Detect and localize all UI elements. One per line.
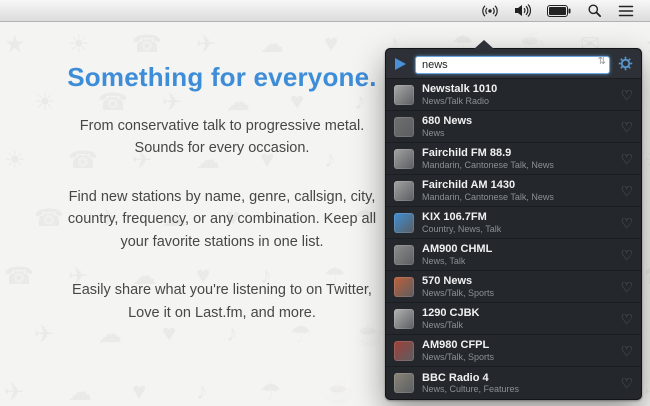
heart-icon[interactable]: ♡ <box>620 312 633 326</box>
heart-icon[interactable]: ♡ <box>620 152 633 166</box>
station-genres: News/Talk, Sports <box>422 288 614 298</box>
list-icon[interactable] <box>618 4 634 18</box>
station-name: 570 News <box>422 275 614 288</box>
station-art-icon <box>394 309 414 329</box>
station-art-icon <box>394 181 414 201</box>
menu-bar <box>0 0 650 22</box>
station-genres: News/Talk <box>422 320 614 330</box>
station-row[interactable]: BBC Radio 4 News, Culture, Features ♡ <box>386 367 641 399</box>
station-genres: Mandarin, Cantonese Talk, News <box>422 160 614 170</box>
station-row[interactable]: AM980 CFPL News/Talk, Sports ♡ <box>386 335 641 367</box>
station-name: AM980 CFPL <box>422 339 614 352</box>
heart-icon[interactable]: ♡ <box>620 88 633 102</box>
play-icon[interactable] <box>394 57 407 71</box>
search-input[interactable] <box>415 56 610 74</box>
stations-popover: ⇅ Newstalk 1010 <box>385 48 642 400</box>
station-art-icon <box>394 117 414 137</box>
station-row[interactable]: 570 News News/Talk, Sports ♡ <box>386 271 641 303</box>
station-art-icon <box>394 85 414 105</box>
heart-icon[interactable]: ♡ <box>620 216 633 230</box>
station-row[interactable]: 680 News News ♡ <box>386 111 641 143</box>
popover-toolbar: ⇅ <box>386 49 641 79</box>
search-sort-icon[interactable]: ⇅ <box>598 56 606 67</box>
hero-copy: Something for everyone. From conservativ… <box>24 62 420 350</box>
station-genres: News/Talk, Sports <box>422 352 614 362</box>
station-genres: News <box>422 128 614 138</box>
station-name: BBC Radio 4 <box>422 372 614 385</box>
battery-icon[interactable] <box>547 5 571 17</box>
station-list: Newstalk 1010 News/Talk Radio ♡ 680 News… <box>386 79 641 399</box>
hero-paragraph-2: Find new stations by name, genre, callsi… <box>24 186 420 253</box>
station-genres: Mandarin, Cantonese Talk, News <box>422 192 614 202</box>
hero-paragraph-3: Easily share what you're listening to on… <box>24 279 420 324</box>
station-row[interactable]: KIX 106.7FM Country, News, Talk ♡ <box>386 207 641 239</box>
station-name: KIX 106.7FM <box>422 211 614 224</box>
volume-icon[interactable] <box>514 3 531 18</box>
station-art-icon <box>394 277 414 297</box>
station-name: 680 News <box>422 115 614 128</box>
heart-icon[interactable]: ♡ <box>620 120 633 134</box>
hero-title: Something for everyone. <box>24 62 420 93</box>
station-name: Fairchild FM 88.9 <box>422 147 614 160</box>
station-row[interactable]: Newstalk 1010 News/Talk Radio ♡ <box>386 79 641 111</box>
station-art-icon <box>394 149 414 169</box>
search-icon[interactable] <box>587 3 602 18</box>
heart-icon[interactable]: ♡ <box>620 280 633 294</box>
station-row[interactable]: 1290 CJBK News/Talk ♡ <box>386 303 641 335</box>
heart-icon[interactable]: ♡ <box>620 248 633 262</box>
station-search: ⇅ <box>415 55 610 73</box>
station-name: 1290 CJBK <box>422 307 614 320</box>
station-row[interactable]: Fairchild FM 88.9 Mandarin, Cantonese Ta… <box>386 143 641 175</box>
station-row[interactable]: Fairchild AM 1430 Mandarin, Cantonese Ta… <box>386 175 641 207</box>
station-genres: News, Culture, Features <box>422 384 614 394</box>
station-row[interactable]: AM900 CHML News, Talk ♡ <box>386 239 641 271</box>
station-name: AM900 CHML <box>422 243 614 256</box>
station-art-icon <box>394 213 414 233</box>
hero-paragraph-1: From conservative talk to progressive me… <box>24 115 420 160</box>
popover-arrow <box>474 40 494 49</box>
station-art-icon <box>394 373 414 393</box>
heart-icon[interactable]: ♡ <box>620 344 633 358</box>
station-genres: Country, News, Talk <box>422 224 614 234</box>
station-name: Fairchild AM 1430 <box>422 179 614 192</box>
hotspot-broadcast-icon[interactable] <box>482 3 498 19</box>
heart-icon[interactable]: ♡ <box>620 376 633 390</box>
station-genres: News/Talk Radio <box>422 96 614 106</box>
station-genres: News, Talk <box>422 256 614 266</box>
station-name: Newstalk 1010 <box>422 83 614 96</box>
station-art-icon <box>394 245 414 265</box>
gear-icon[interactable] <box>618 56 633 71</box>
heart-icon[interactable]: ♡ <box>620 184 633 198</box>
station-art-icon <box>394 341 414 361</box>
